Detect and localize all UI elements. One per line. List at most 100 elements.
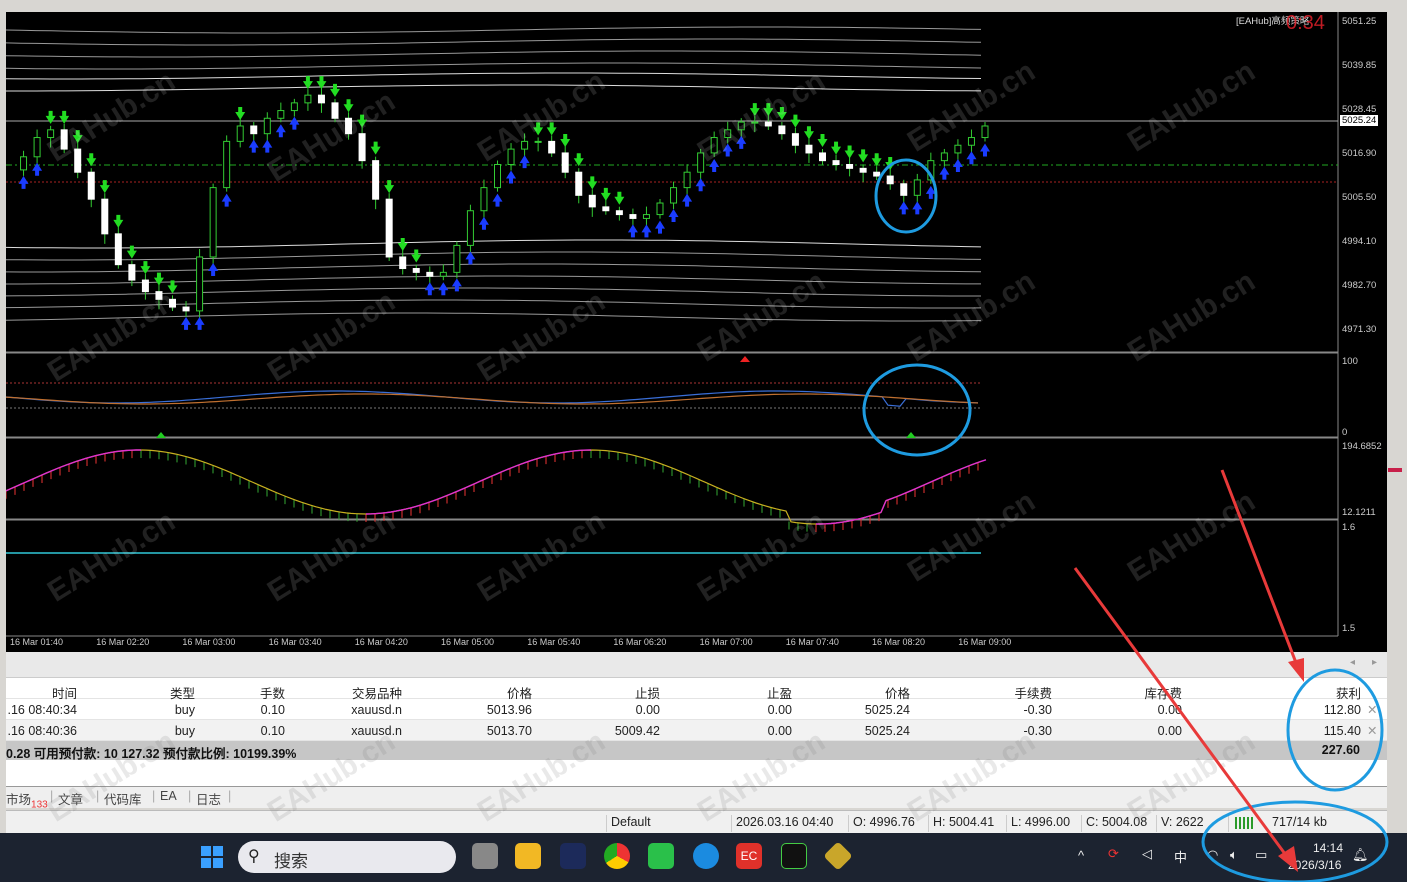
- time-label: 16 Mar 03:40: [268, 637, 322, 647]
- file-explorer-icon[interactable]: [515, 843, 541, 869]
- tab-4[interactable]: 日志: [196, 789, 221, 808]
- table-cell: 0.00: [767, 724, 792, 738]
- candle: [954, 144, 962, 154]
- sell-arrow-icon: [113, 214, 124, 228]
- ime-indicator[interactable]: 中: [1174, 847, 1187, 866]
- candle: [304, 94, 312, 104]
- candle: [886, 175, 894, 185]
- edge-icon[interactable]: [693, 843, 719, 869]
- envelope-band: [5, 263, 982, 273]
- battery-icon[interactable]: ▭: [1255, 847, 1267, 863]
- tab-0[interactable]: 市场133: [6, 789, 48, 811]
- volume-icon[interactable]: 🔈︎: [1230, 847, 1238, 863]
- table-cell: 0.00: [767, 703, 792, 717]
- tab-divider: |: [152, 789, 156, 803]
- ec-app-icon[interactable]: EC: [736, 843, 762, 869]
- sync-icon[interactable]: ⟳: [1108, 846, 1119, 862]
- chrome-icon[interactable]: [604, 843, 630, 869]
- sell-arrow-icon: [357, 114, 368, 128]
- clock-time[interactable]: 14:14: [1313, 841, 1343, 855]
- buy-arrow-icon: [519, 155, 530, 169]
- buy-arrow-icon: [289, 116, 300, 130]
- buy-arrow-icon: [221, 193, 232, 207]
- tab-2[interactable]: 代码库: [104, 789, 142, 808]
- windows-start-icon[interactable]: [201, 846, 223, 868]
- time-label: 16 Mar 02:20: [96, 637, 150, 647]
- status-bar: Default 2026.03.16 04:40 O: 4996.76 H: 5…: [6, 810, 1387, 833]
- buy-arrow-icon: [181, 316, 192, 330]
- time-label: 16 Mar 06:20: [613, 637, 667, 647]
- time-label: 16 Mar 08:20: [872, 637, 926, 647]
- scroll-left-icon[interactable]: ◂: [1350, 657, 1355, 668]
- axis-label: 4994.10: [1342, 236, 1377, 247]
- status-close: C: 5004.08: [1081, 815, 1147, 832]
- task-view-icon[interactable]: [472, 843, 498, 869]
- candle: [710, 137, 718, 154]
- app-diamond-icon[interactable]: [823, 841, 853, 871]
- clock-date[interactable]: 2026/3/16: [1288, 858, 1341, 872]
- wechat-icon[interactable]: [648, 843, 674, 869]
- column-header: 交易品种: [351, 687, 402, 701]
- table-cell: 5013.70: [486, 724, 532, 738]
- candle: [385, 198, 393, 258]
- buy-arrow-icon: [438, 282, 449, 296]
- table-cell: 0.10: [260, 724, 285, 738]
- buy-arrow-icon: [655, 220, 665, 234]
- sell-arrow-icon: [59, 110, 70, 124]
- wifi-icon[interactable]: ◠: [1207, 847, 1218, 863]
- status-datetime: 2026.03.16 04:40: [731, 815, 833, 832]
- candle: [819, 152, 826, 162]
- envelope-band: [5, 312, 982, 322]
- candle: [832, 160, 840, 166]
- axis-label: 5016.90: [1342, 148, 1377, 159]
- axis-label: 5028.45: [1342, 104, 1377, 115]
- close-position-icon[interactable]: ✕: [1367, 702, 1377, 717]
- candle: [33, 137, 41, 158]
- buy-arrow-icon: [912, 201, 923, 215]
- table-cell: -0.30: [1023, 724, 1053, 738]
- tab-1[interactable]: 文章: [58, 789, 83, 808]
- music-app-icon[interactable]: [781, 843, 807, 869]
- sell-arrow-icon: [871, 153, 882, 167]
- sell-arrow-icon: [546, 122, 557, 136]
- envelope-band: [5, 72, 982, 80]
- sell-arrow-icon: [140, 261, 151, 275]
- terminal-toolbar: ◂ ▸: [6, 652, 1387, 678]
- table-cell: buy: [174, 724, 195, 738]
- candle: [87, 171, 95, 200]
- candle: [521, 140, 529, 150]
- sell-arrow-icon: [370, 141, 381, 155]
- envelope-band: [6, 275, 981, 285]
- chart-canvas[interactable]: [5, 12, 1387, 652]
- table-cell: 0.00: [635, 703, 660, 717]
- location-icon[interactable]: ◁: [1142, 846, 1152, 862]
- table-cell: 0.00: [1157, 724, 1182, 738]
- envelope-band: [5, 287, 981, 297]
- sell-arrow-icon: [790, 114, 801, 128]
- taskbar-search-box[interactable]: ⚲ 搜索: [238, 841, 456, 873]
- tab-3[interactable]: EA: [160, 789, 177, 803]
- candle: [250, 125, 258, 135]
- close-position-icon[interactable]: ✕: [1367, 723, 1377, 738]
- time-label: 16 Mar 05:40: [527, 637, 581, 647]
- metatrader-icon[interactable]: [560, 843, 586, 869]
- column-header: 手数: [259, 687, 285, 701]
- price-chart[interactable]: [5, 12, 1387, 652]
- buy-arrow-icon: [451, 278, 462, 292]
- buy-arrow-icon: [18, 175, 29, 189]
- buy-arrow-icon: [682, 193, 693, 207]
- buy-arrow-icon: [966, 151, 977, 165]
- candle: [480, 187, 488, 212]
- axis-label: 5039.85: [1342, 60, 1377, 71]
- sell-arrow-icon: [533, 122, 544, 136]
- sell-arrow-icon: [573, 153, 584, 167]
- notification-bell-icon[interactable]: 🔔︎: [1352, 847, 1369, 863]
- candle: [494, 164, 501, 189]
- buy-arrow-icon: [925, 185, 936, 199]
- scroll-right-icon[interactable]: ▸: [1372, 657, 1377, 668]
- tray-expand-icon[interactable]: ^: [1078, 848, 1084, 863]
- sell-arrow-icon: [817, 133, 828, 147]
- candle: [534, 140, 542, 143]
- axis-label: 100: [1342, 356, 1358, 367]
- buy-arrow-icon: [478, 216, 489, 230]
